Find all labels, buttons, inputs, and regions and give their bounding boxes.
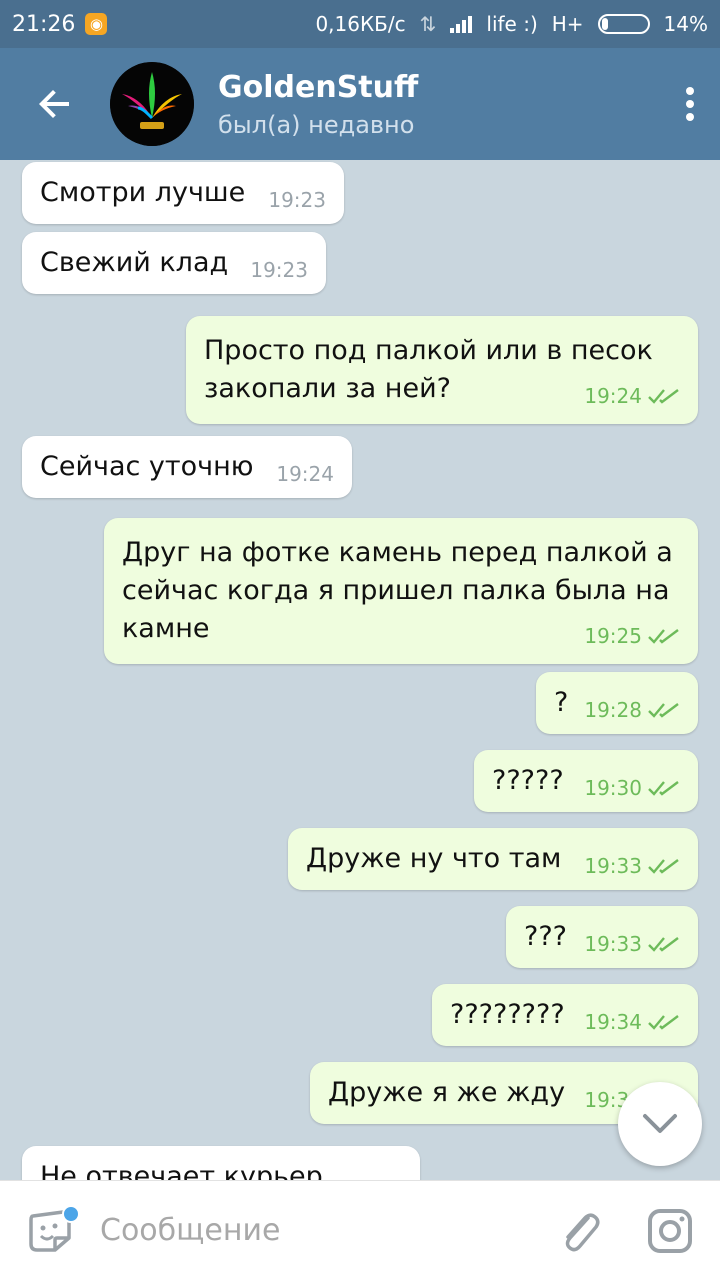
message-bubble-outgoing[interactable]: ???????? 19:34: [432, 984, 698, 1046]
message-time: 19:33: [584, 932, 642, 956]
message-text: ???: [524, 921, 567, 952]
message-bubble-outgoing[interactable]: Просто под палкой или в песок закопали з…: [186, 316, 698, 424]
chevron-down-icon: [643, 1114, 677, 1133]
message-bubble-outgoing[interactable]: ??? 19:33: [506, 906, 698, 968]
battery-fill: [601, 18, 609, 30]
message-meta: 19:34: [584, 1010, 680, 1034]
message-text: Смотри лучше: [40, 177, 246, 208]
data-arrows-icon: ⇅: [419, 12, 437, 36]
back-button[interactable]: [0, 48, 110, 160]
message-time: 19:23: [268, 188, 326, 212]
attach-button[interactable]: [540, 1181, 620, 1280]
message-bubble-incoming[interactable]: Сейчас уточню 19:24: [22, 436, 352, 498]
status-network-type: H+: [551, 12, 584, 36]
message-text: ????????: [450, 999, 565, 1030]
message-text: ?????: [492, 765, 564, 796]
message-time: 19:33: [584, 854, 642, 878]
message-meta: 19:24: [276, 462, 334, 486]
unread-dot: [62, 1204, 80, 1223]
message-time: 19:34: [584, 1010, 642, 1034]
message-time: 19:23: [250, 258, 308, 282]
message-time: 19:28: [584, 698, 642, 722]
chat-header: GoldenStuff был(а) недавно: [0, 48, 720, 160]
double-check-icon: [648, 389, 679, 404]
paperclip-icon: [565, 1213, 600, 1251]
more-vert-icon: [686, 87, 694, 121]
status-battery: 14%: [663, 12, 708, 36]
battery-icon: [597, 14, 650, 34]
more-options-button[interactable]: [660, 48, 720, 160]
message-time: 19:30: [584, 776, 642, 800]
camera-icon: [648, 1208, 692, 1253]
scroll-to-bottom-button[interactable]: [618, 1082, 702, 1166]
status-time: 21:26: [12, 11, 76, 37]
chat-title[interactable]: GoldenStuff: [218, 70, 418, 105]
message-time: 19:25: [584, 624, 642, 648]
status-bar: 21:26 ◉ 0,16КБ/с ⇅ life :) H+ 14%: [0, 0, 720, 48]
leaf-logo-icon: [110, 62, 194, 146]
message-input[interactable]: [100, 1213, 520, 1248]
notification-icon: ◉: [85, 13, 108, 35]
message-meta: 19:23: [250, 258, 308, 282]
double-check-icon: [648, 629, 679, 644]
double-check-icon: [648, 703, 679, 718]
status-carrier: life :): [486, 12, 538, 36]
signal-icon: [450, 15, 473, 33]
message-meta: 19:30: [584, 776, 680, 800]
message-bubble-incoming[interactable]: Свежий клад 19:23: [22, 232, 326, 294]
double-check-icon: [648, 1015, 679, 1030]
double-check-icon: [648, 859, 679, 874]
chat-last-seen: был(а) недавно: [218, 110, 415, 139]
message-bubble-outgoing[interactable]: ? 19:28: [536, 672, 698, 734]
message-list[interactable]: Смотри лучше 19:23 Свежий клад 19:23 Про…: [0, 160, 720, 1180]
message-bubble-outgoing[interactable]: Друг на фотке камень перед палкой а сейч…: [104, 518, 698, 664]
message-text: Сейчас уточню: [40, 451, 254, 482]
status-network-speed: 0,16КБ/с: [315, 12, 406, 36]
message-meta: 19:33: [584, 932, 680, 956]
message-time: 19:24: [584, 384, 642, 408]
message-text: ?: [554, 687, 569, 718]
message-composer: [0, 1180, 720, 1280]
message-bubble-incoming[interactable]: Смотри лучше 19:23: [22, 162, 344, 224]
message-text: Друже я же жду: [328, 1077, 566, 1108]
message-bubble-outgoing[interactable]: Друже ну что там 19:33: [288, 828, 698, 890]
message-meta: 19:23: [268, 188, 326, 212]
message-meta: 19:24: [584, 384, 680, 408]
avatar[interactable]: [110, 62, 194, 146]
sticker-button[interactable]: [0, 1181, 100, 1280]
message-meta: 19:33: [584, 854, 680, 878]
message-meta: 19:28: [584, 698, 680, 722]
double-check-icon: [648, 937, 679, 952]
message-text: Друже ну что там: [306, 843, 562, 874]
message-bubble-outgoing[interactable]: ????? 19:30: [474, 750, 698, 812]
message-time: 19:24: [276, 462, 334, 486]
message-meta: 19:25: [584, 624, 680, 648]
message-bubble-incoming[interactable]: Не отвечает курьер: [22, 1146, 420, 1180]
message-text: Свежий клад: [40, 247, 229, 278]
camera-button[interactable]: [620, 1181, 720, 1280]
double-check-icon: [648, 781, 679, 796]
arrow-back-icon: [39, 90, 69, 118]
message-text: Не отвечает курьер: [40, 1161, 323, 1180]
